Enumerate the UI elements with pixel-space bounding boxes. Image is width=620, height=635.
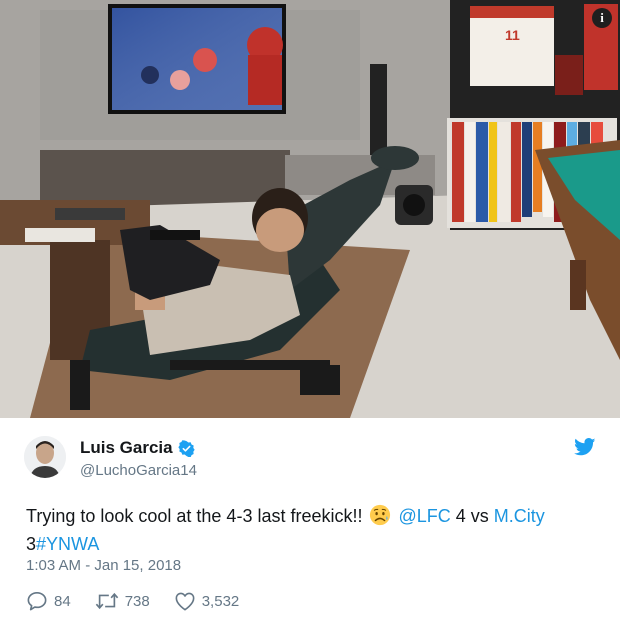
tweet-timestamp[interactable]: 1:03 AM - Jan 15, 2018 — [26, 557, 181, 574]
user-handle[interactable]: @LuchoGarcia14 — [80, 462, 197, 479]
like-button[interactable]: 3,532 — [174, 591, 240, 611]
avatar-image — [24, 436, 66, 478]
hashtag-link[interactable]: #YNWA — [36, 534, 99, 554]
display-name[interactable]: Luis Garcia — [80, 438, 173, 458]
mention-lfc-link[interactable]: @LFC — [399, 506, 451, 526]
reply-icon — [27, 592, 47, 611]
like-count: 3,532 — [201, 592, 240, 610]
tweet-text-part1: Trying to look cool at the 4-3 last free… — [26, 506, 368, 526]
retweet-button[interactable]: 738 — [95, 591, 150, 611]
verified-badge-icon — [177, 439, 195, 457]
tweet-text: Trying to look cool at the 4-3 last free… — [26, 502, 586, 558]
author-name-row[interactable]: Luis Garcia — [80, 438, 195, 458]
reply-count: 84 — [54, 592, 71, 610]
heart-icon — [175, 592, 195, 611]
jersey-number: 11 — [505, 27, 520, 43]
retweet-icon — [95, 592, 118, 610]
mention-city-link[interactable]: M.City — [494, 506, 545, 526]
tweet-photo[interactable]: 11 i — [0, 0, 620, 418]
reply-button[interactable]: 84 — [26, 591, 71, 611]
info-icon[interactable]: i — [592, 8, 612, 28]
tweet-text-part3: 3 — [26, 534, 37, 554]
tweet-text-part2: 4 vs — [450, 506, 494, 526]
retweet-count: 738 — [124, 592, 150, 610]
twitter-bird-icon[interactable] — [574, 438, 596, 456]
avatar[interactable] — [24, 436, 66, 478]
photo-scene: 11 — [0, 0, 620, 418]
tweet-card: 11 i Luis Garcia @LuchoGarcia14 Trying t… — [0, 0, 620, 635]
tweet-body: Luis Garcia @LuchoGarcia14 Trying to loo… — [0, 418, 620, 635]
worried-face-emoji — [370, 504, 391, 526]
tweet-actions: 84 738 3,532 — [26, 591, 263, 611]
